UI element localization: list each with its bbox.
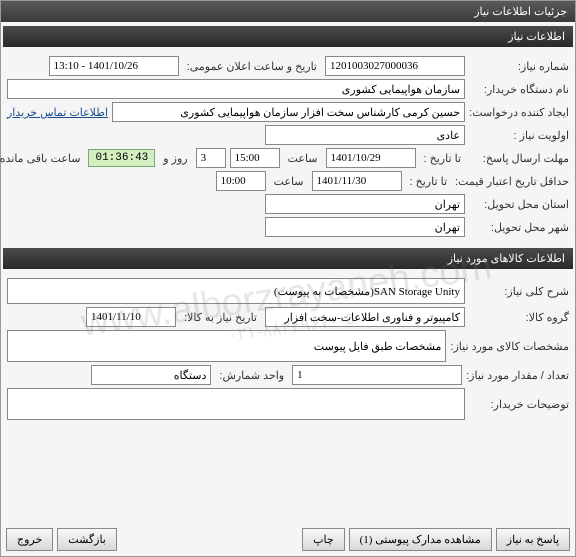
- province-field[interactable]: [265, 194, 465, 214]
- validity-date-field[interactable]: [312, 171, 402, 191]
- goods-body: شرح کلی نیاز: گروه کالا: تاریخ نیاز به ک…: [1, 271, 575, 427]
- validity-label: حداقل تاریخ اعتبار قیمت:: [455, 175, 569, 188]
- city-field[interactable]: [265, 217, 465, 237]
- time-label-1: ساعت: [284, 152, 322, 165]
- validity-time-field[interactable]: [216, 171, 266, 191]
- item-spec-field[interactable]: [7, 330, 446, 362]
- attachments-button[interactable]: مشاهده مدارک پیوستی (1): [349, 528, 492, 551]
- unit-field[interactable]: [91, 365, 211, 385]
- item-spec-label: مشخصات کالای مورد نیاز:: [450, 340, 569, 353]
- announce-label: تاریخ و ساعت اعلان عمومی:: [183, 60, 321, 73]
- priority-field[interactable]: [265, 125, 465, 145]
- need-info-body: شماره نیاز: تاریخ و ساعت اعلان عمومی: نا…: [1, 49, 575, 244]
- group-field[interactable]: [265, 307, 465, 327]
- reply-date-field[interactable]: [326, 148, 416, 168]
- creator-label: ایجاد کننده درخواست:: [469, 106, 569, 119]
- back-button[interactable]: بازگشت: [57, 528, 117, 551]
- desc-field[interactable]: [7, 278, 465, 304]
- section-goods-header: اطلاعات کالاهای مورد نیاز: [3, 248, 573, 269]
- countdown-timer: 01:36:43: [88, 149, 155, 167]
- to-date-label-1: تا تاریخ :: [420, 152, 465, 165]
- buyer-contact-link[interactable]: اطلاعات تماس خریدار: [7, 106, 108, 119]
- creator-field[interactable]: [112, 102, 465, 122]
- remaining-label: ساعت باقی مانده: [0, 152, 84, 165]
- time-label-2: ساعت: [270, 175, 308, 188]
- window-title: جزئیات اطلاعات نیاز: [474, 6, 567, 18]
- reply-deadline-label: مهلت ارسال پاسخ:: [469, 152, 569, 165]
- qty-field[interactable]: [292, 365, 462, 385]
- need-no-field[interactable]: [325, 56, 465, 76]
- days-field[interactable]: [196, 148, 226, 168]
- section-need-info-header: اطلاعات نیاز: [3, 26, 573, 47]
- desc-label: شرح کلی نیاز:: [469, 285, 569, 298]
- unit-label: واحد شمارش:: [215, 369, 288, 382]
- need-date-field[interactable]: [86, 307, 176, 327]
- buyer-label: نام دستگاه خریدار:: [469, 83, 569, 96]
- window-titlebar: جزئیات اطلاعات نیاز: [1, 1, 575, 22]
- buyer-notes-label: توضیحات خریدار:: [469, 398, 569, 411]
- priority-label: اولویت نیاز :: [469, 129, 569, 142]
- announce-field[interactable]: [49, 56, 179, 76]
- to-date-label-2: تا تاریخ :: [406, 175, 451, 188]
- group-label: گروه کالا:: [469, 311, 569, 324]
- buyer-notes-field[interactable]: [7, 388, 465, 420]
- print-button[interactable]: چاپ: [302, 528, 345, 551]
- footer-bar: پاسخ به نیاز مشاهده مدارک پیوستی (1) چاپ…: [6, 528, 570, 551]
- footer-spacer: [121, 528, 298, 551]
- need-date-label: تاریخ نیاز به کالا:: [180, 311, 261, 324]
- city-label: شهر محل تحویل:: [469, 221, 569, 234]
- province-label: استان محل تحویل:: [469, 198, 569, 211]
- reply-time-field[interactable]: [230, 148, 280, 168]
- buyer-field[interactable]: [7, 79, 465, 99]
- reply-button[interactable]: پاسخ به نیاز: [496, 528, 570, 551]
- qty-label: تعداد / مقدار مورد نیاز:: [466, 369, 569, 382]
- days-and-label: روز و: [159, 152, 191, 165]
- window: جزئیات اطلاعات نیاز اطلاعات نیاز شماره ن…: [0, 0, 576, 557]
- need-no-label: شماره نیاز:: [469, 60, 569, 73]
- exit-button[interactable]: خروج: [6, 528, 53, 551]
